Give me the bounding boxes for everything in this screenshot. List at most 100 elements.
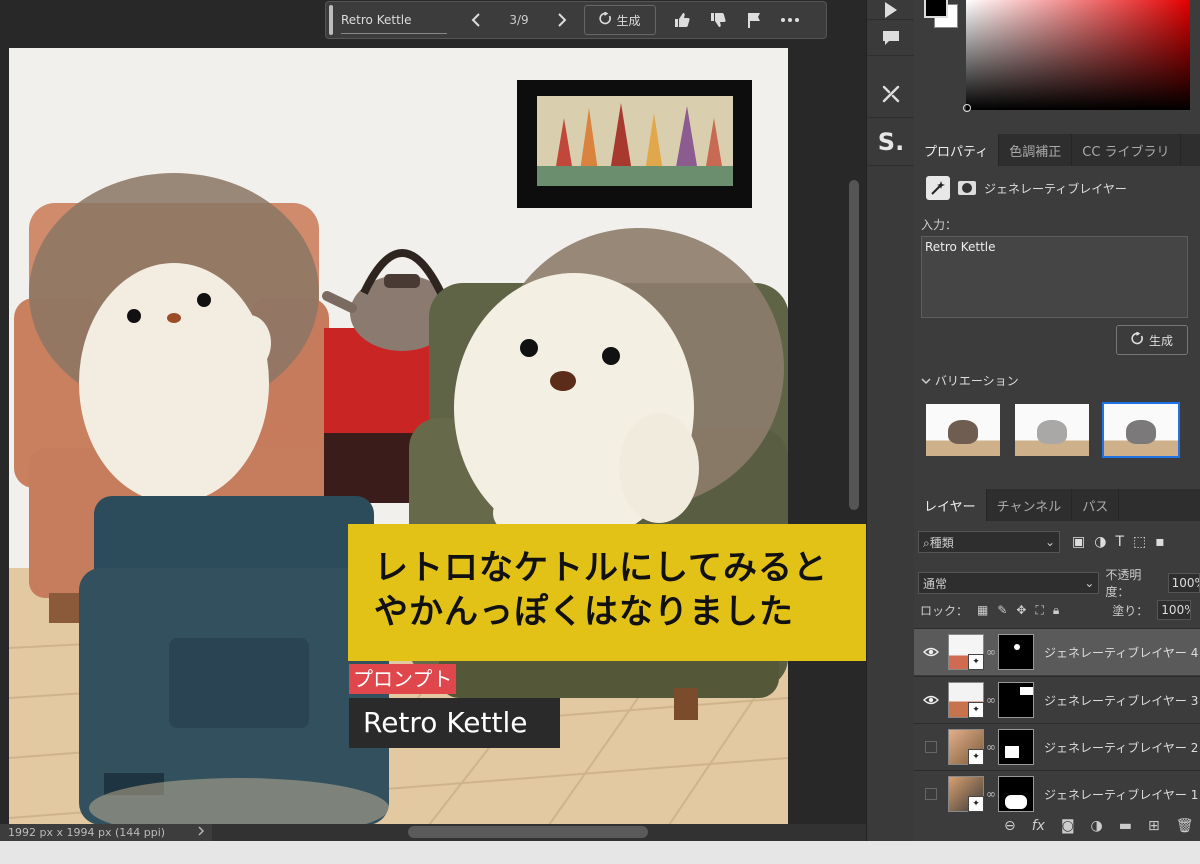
properties-panel: ジェネレーティブレイヤー 入力： Retro Kettle 生成 バリエーション — [914, 166, 1200, 486]
folder-icon[interactable]: ▬ — [1119, 818, 1132, 834]
caption-overlay: レトロなケトルにしてみると やかんっぽくはなりました — [348, 524, 895, 661]
variation-thumbnail-3[interactable] — [1102, 402, 1180, 458]
chevron-right-icon[interactable] — [544, 2, 580, 38]
layer-row[interactable]: ✦ ∞ ジェネレーティブレイヤー 1 — [914, 770, 1200, 817]
generative-badge-icon: ✦ — [968, 654, 984, 670]
generative-layer-icon — [926, 176, 950, 200]
regenerate-icon — [599, 11, 612, 28]
thumbs-up-icon[interactable] — [664, 2, 700, 38]
blend-row: 通常 ⌄ 不透明度： 100% — [918, 566, 1200, 600]
new-layer-icon[interactable]: ⊞ — [1148, 818, 1160, 834]
stock-button[interactable]: S. — [867, 118, 915, 166]
toolbar-prompt-text[interactable]: Retro Kettle — [341, 13, 447, 34]
tab-layers[interactable]: レイヤー — [914, 489, 987, 521]
layer-mask-thumbnail — [998, 729, 1034, 765]
tab-channels[interactable]: チャンネル — [987, 489, 1073, 521]
layer-name: ジェネレーティブレイヤー 2 — [1044, 740, 1199, 755]
visibility-toggle[interactable] — [914, 788, 948, 800]
right-panels: プロパティ 色調補正 CC ライブラリ ジェネレーティブレイヤー 入力： Ret… — [914, 0, 1200, 841]
horizontal-scrollbar[interactable] — [408, 826, 648, 838]
image-filter-icon[interactable]: ▣ — [1072, 534, 1085, 550]
flag-icon[interactable] — [736, 2, 772, 38]
layer-name: ジェネレーティブレイヤー 1 — [1044, 787, 1199, 802]
generative-toolbar: Retro Kettle 3/9 生成 — [325, 1, 827, 39]
blend-mode-select[interactable]: 通常 ⌄ — [918, 572, 1100, 594]
thumbs-down-icon[interactable] — [700, 2, 736, 38]
layer-mask-thumbnail — [998, 634, 1034, 670]
chevron-left-icon[interactable] — [458, 2, 494, 38]
caption-line-2: やかんっぽくはなりました — [374, 592, 794, 632]
layers-tabs: レイヤー チャンネル パス — [914, 489, 1200, 521]
link-icon[interactable]: ∞ — [984, 740, 998, 754]
type-filter-icon[interactable]: T — [1115, 534, 1124, 550]
generative-badge-icon: ✦ — [968, 702, 984, 718]
filter-label: 種類 — [929, 535, 954, 550]
link-icon[interactable]: ∞ — [984, 787, 998, 801]
lock-position-icon[interactable]: ✥ — [1016, 603, 1026, 617]
layer-row[interactable]: ✦ ∞ ジェネレーティブレイヤー 4 — [914, 628, 1200, 675]
adjustment-layer-icon[interactable]: ◑ — [1091, 818, 1103, 834]
vertical-scrollbar[interactable] — [849, 180, 859, 510]
fx-icon[interactable]: fx — [1032, 818, 1045, 834]
color-picker-handle[interactable] — [963, 104, 971, 112]
toolbar-generate-button[interactable]: 生成 — [584, 5, 656, 35]
tab-adjustments[interactable]: 色調補正 — [999, 134, 1073, 166]
chevron-down-icon: ⌄ — [1044, 535, 1055, 549]
layer-filter-select[interactable]: ⌕種類 ⌄ — [918, 531, 1060, 553]
trash-icon[interactable]: 🗑︎ — [1176, 818, 1194, 834]
layer-mask-thumbnail — [998, 682, 1034, 718]
variation-kettle-image — [1126, 420, 1156, 444]
lock-artboard-icon[interactable]: ⛶ — [1035, 603, 1043, 618]
more-icon[interactable] — [772, 2, 808, 38]
layer-mask-thumbnail — [998, 776, 1034, 812]
prompt-textarea[interactable]: Retro Kettle — [921, 236, 1188, 318]
panel-tool-strip: S. — [866, 0, 915, 841]
variation-kettle-image — [1037, 420, 1067, 444]
foreground-color-swatch[interactable] — [924, 0, 948, 18]
toolbar-prompt-field[interactable]: Retro Kettle — [326, 2, 458, 38]
lock-brush-icon[interactable]: ✎ — [997, 603, 1007, 617]
adjustment-filter-icon[interactable]: ◑ — [1094, 534, 1106, 550]
opacity-input[interactable]: 100% — [1167, 573, 1200, 593]
tools-icon[interactable] — [867, 70, 915, 118]
layer-filter-row: ⌕種類 ⌄ ▣ ◑ T ⬚ ▪ — [918, 531, 1165, 553]
generate-label: 生成 — [1148, 333, 1173, 348]
layer-thumbnail: ✦ — [948, 682, 984, 718]
color-picker-field[interactable] — [966, 0, 1190, 110]
shape-filter-icon[interactable]: ⬚ — [1133, 534, 1146, 550]
layer-row[interactable]: ✦ ∞ ジェネレーティブレイヤー 2 — [914, 723, 1200, 770]
drag-handle[interactable] — [329, 5, 333, 35]
eye-icon[interactable] — [914, 695, 948, 705]
link-icon[interactable]: ∞ — [984, 645, 998, 659]
fill-input[interactable]: 100% — [1157, 600, 1192, 620]
variation-thumbnail-2[interactable] — [1013, 402, 1091, 458]
document-dimensions[interactable]: 1992 px x 1994 px (144 ppi) — [0, 824, 212, 841]
lock-all-icon[interactable]: 🔒︎ — [1053, 603, 1059, 618]
layer-row[interactable]: ✦ ∞ ジェネレーティブレイヤー 3 — [914, 676, 1200, 723]
chevron-right-icon — [198, 826, 204, 839]
tab-cc-libraries[interactable]: CC ライブラリ — [1072, 134, 1181, 166]
lock-label: ロック： — [920, 603, 969, 618]
visibility-toggle[interactable] — [914, 741, 948, 753]
layer-thumbnail: ✦ — [948, 634, 984, 670]
link-layers-icon[interactable]: ⊖ — [1004, 818, 1016, 834]
lock-transparent-icon[interactable]: ▦ — [977, 603, 988, 617]
generative-badge-icon: ✦ — [968, 749, 984, 765]
variations-header[interactable]: バリエーション — [921, 372, 1019, 389]
tab-paths[interactable]: パス — [1072, 489, 1120, 521]
tab-properties[interactable]: プロパティ — [914, 134, 1000, 166]
eye-icon[interactable] — [914, 647, 948, 657]
smart-object-filter-icon[interactable]: ▪ — [1155, 534, 1165, 550]
variation-thumbnail-1[interactable] — [924, 402, 1002, 458]
layer-name: ジェネレーティブレイヤー 4 — [1044, 645, 1199, 660]
generate-button[interactable]: 生成 — [1116, 325, 1188, 355]
comment-icon[interactable] — [867, 20, 915, 56]
toolbar-generate-label: 生成 — [616, 13, 641, 28]
prompt-value: Retro Kettle — [349, 698, 560, 748]
link-icon[interactable]: ∞ — [984, 693, 998, 707]
play-icon[interactable] — [867, 0, 915, 20]
mask-icon — [958, 181, 976, 195]
layer-name: ジェネレーティブレイヤー 3 — [1044, 693, 1199, 708]
add-mask-icon[interactable]: ◙ — [1061, 818, 1075, 834]
opacity-label: 不透明度： — [1105, 568, 1142, 599]
